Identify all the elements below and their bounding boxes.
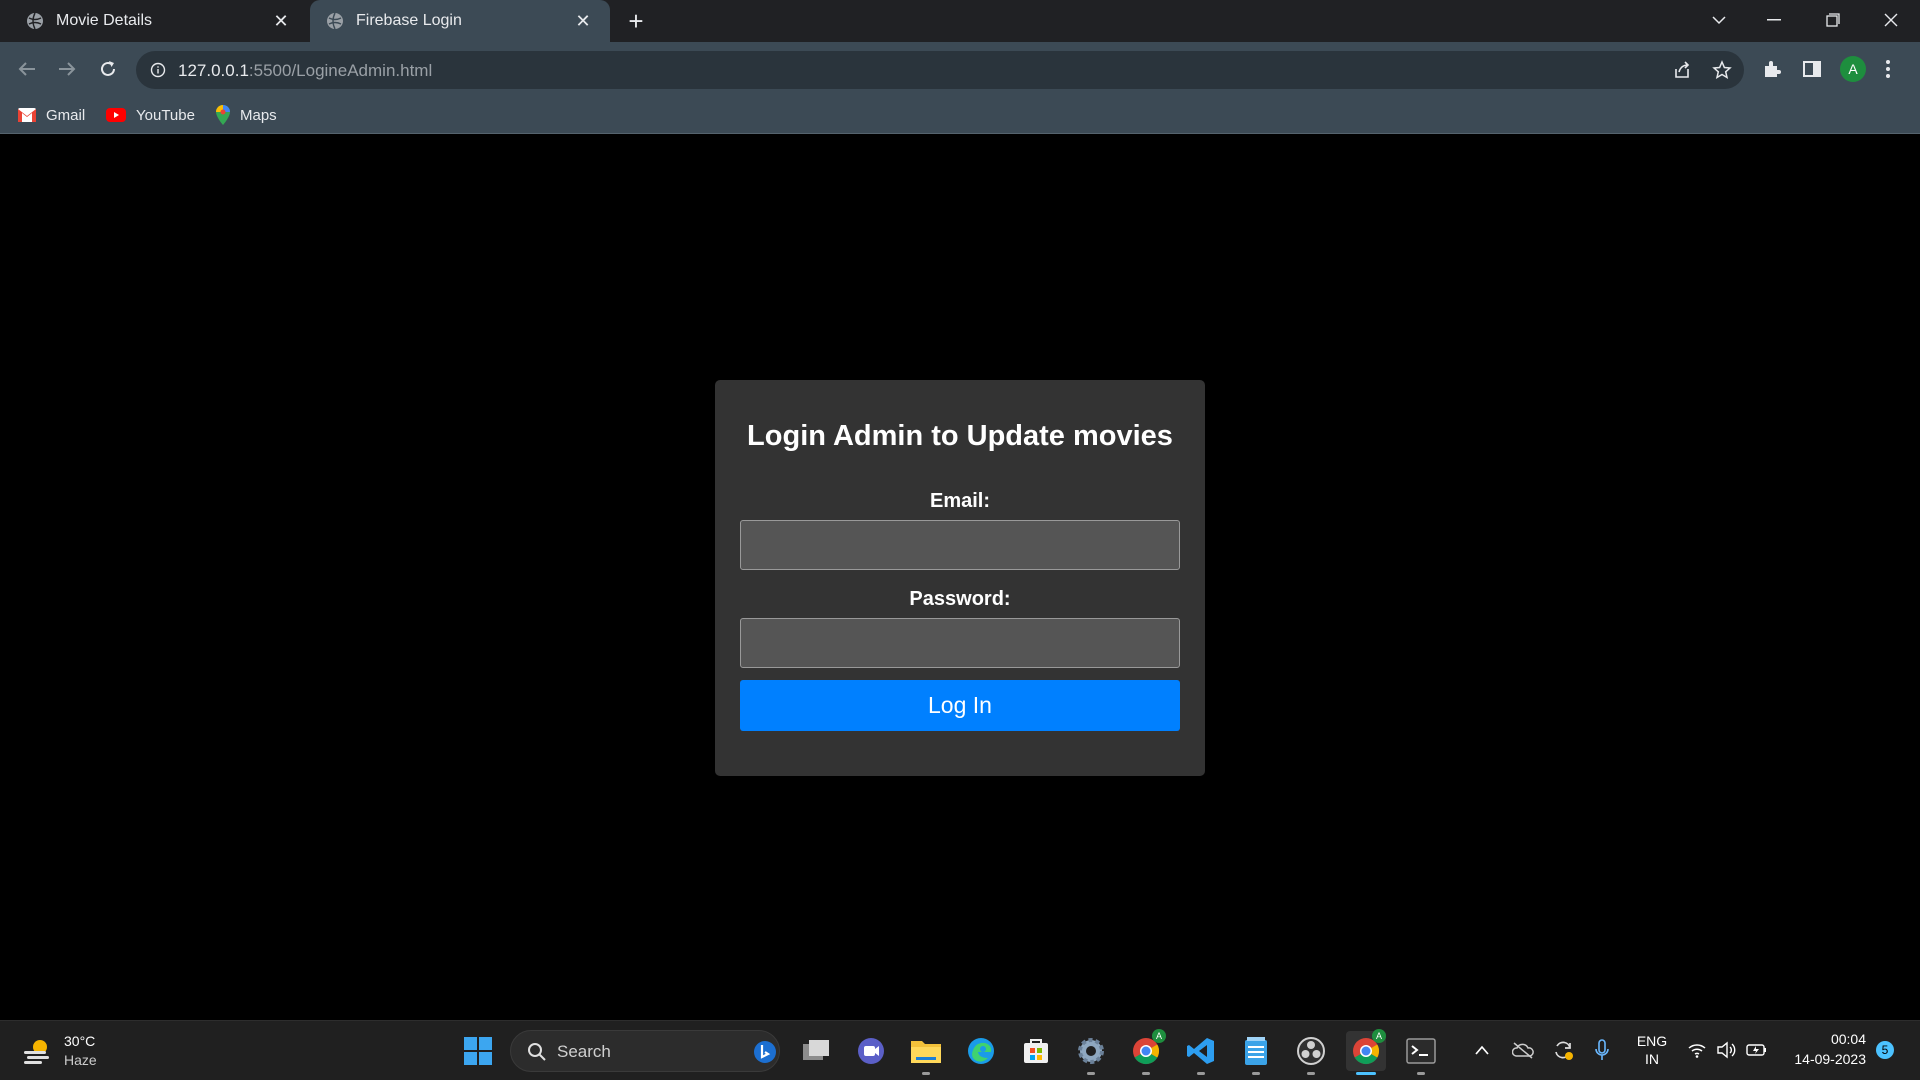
page-title: Login Admin to Update movies <box>747 420 1173 452</box>
gear-icon <box>1078 1038 1104 1064</box>
running-indicator <box>1417 1072 1425 1075</box>
bing-icon[interactable] <box>753 1040 777 1064</box>
language-indicator[interactable]: ENG IN <box>1628 1033 1676 1067</box>
sync-icon[interactable] <box>1552 1039 1574 1061</box>
url-text: 127.0.0.1:5500/LogineAdmin.html <box>178 61 433 80</box>
gmail-icon <box>18 108 36 122</box>
reload-button[interactable] <box>93 54 123 84</box>
edge-icon <box>968 1038 994 1064</box>
weather-haze-icon <box>24 1040 49 1064</box>
restore-button[interactable] <box>1804 0 1862 40</box>
new-tab-button[interactable]: + <box>622 8 650 36</box>
chevron-up-icon[interactable] <box>1474 1044 1490 1056</box>
globe-icon <box>327 12 343 30</box>
taskbar-chrome-profile[interactable]: A <box>1126 1029 1166 1075</box>
email-field[interactable] <box>740 520 1180 570</box>
onedrive-off-icon[interactable] <box>1512 1041 1534 1059</box>
maps-icon <box>216 105 230 125</box>
terminal-icon <box>1406 1038 1436 1064</box>
tab-movie-details[interactable]: Movie Details ✕ <box>0 0 308 42</box>
taskbar-store[interactable] <box>1016 1031 1056 1071</box>
tab-title: Movie Details <box>56 12 153 29</box>
taskbar-obs[interactable] <box>1291 1031 1331 1075</box>
tab-title: Firebase Login <box>356 12 462 29</box>
page-content: Login Admin to Update movies Email: Pass… <box>0 135 1920 1020</box>
password-label: Password: <box>909 588 1011 610</box>
info-icon[interactable] <box>150 62 166 78</box>
task-view-icon <box>803 1040 829 1060</box>
tab-strip: Movie Details ✕ Firebase Login ✕ + <box>0 0 1920 42</box>
bookmark-star-icon[interactable] <box>1712 60 1732 80</box>
running-indicator <box>1307 1072 1315 1075</box>
volume-icon[interactable] <box>1716 1041 1736 1059</box>
running-indicator <box>922 1072 930 1075</box>
login-button[interactable]: Log In <box>740 680 1180 731</box>
notepad-icon <box>1245 1037 1267 1065</box>
bookmarks-bar: Gmail YouTube Maps <box>0 96 1920 134</box>
running-indicator <box>1197 1072 1205 1075</box>
forward-button[interactable] <box>52 54 82 84</box>
search-icon <box>528 1043 546 1061</box>
taskbar-notepad[interactable] <box>1236 1031 1276 1075</box>
bookmark-youtube[interactable]: YouTube <box>106 104 195 126</box>
password-field[interactable] <box>740 618 1180 668</box>
login-card: Login Admin to Update movies Email: Pass… <box>715 380 1205 776</box>
profile-badge: A <box>1152 1029 1166 1043</box>
minimize-button[interactable] <box>1745 0 1803 40</box>
email-label: Email: <box>929 490 991 512</box>
close-tab-icon[interactable]: ✕ <box>574 11 592 31</box>
close-window-button[interactable] <box>1862 0 1920 40</box>
close-tab-icon[interactable]: ✕ <box>272 11 290 31</box>
wifi-icon[interactable] <box>1688 1042 1706 1058</box>
taskbar-chrome-active[interactable]: A <box>1346 1029 1386 1075</box>
profile-avatar[interactable]: A <box>1840 56 1866 82</box>
start-button[interactable] <box>458 1031 498 1071</box>
browser-toolbar: 127.0.0.1:5500/LogineAdmin.html A <box>0 42 1920 96</box>
task-view-button[interactable] <box>796 1031 836 1071</box>
weather-temp: 30°C <box>64 1033 96 1049</box>
store-icon <box>1024 1039 1048 1063</box>
globe-icon <box>27 12 43 30</box>
teams-chat-icon <box>858 1038 884 1064</box>
bookmark-maps[interactable]: Maps <box>216 104 277 126</box>
running-indicator <box>1356 1072 1376 1075</box>
weather-desc: Haze <box>64 1052 97 1068</box>
youtube-icon <box>106 108 126 122</box>
tab-firebase-login[interactable]: Firebase Login ✕ <box>310 0 610 42</box>
share-icon[interactable] <box>1672 60 1692 80</box>
windows-logo-icon <box>464 1037 492 1065</box>
extensions-icon[interactable] <box>1762 59 1782 79</box>
bookmark-gmail[interactable]: Gmail <box>18 104 85 126</box>
menu-kebab-icon[interactable] <box>1885 59 1891 79</box>
battery-charging-icon[interactable] <box>1746 1042 1768 1058</box>
obs-icon <box>1297 1037 1325 1065</box>
running-indicator <box>1142 1072 1150 1075</box>
profile-badge: A <box>1372 1029 1386 1043</box>
microphone-icon[interactable] <box>1594 1039 1610 1063</box>
clock[interactable]: 00:04 14-09-2023 <box>1782 1031 1872 1067</box>
running-indicator <box>1087 1072 1095 1075</box>
side-panel-icon[interactable] <box>1802 59 1822 79</box>
address-bar[interactable]: 127.0.0.1:5500/LogineAdmin.html <box>136 51 1744 89</box>
taskbar-teams[interactable] <box>851 1031 891 1071</box>
taskbar: 30°C Haze Search A A ENG IN 00:04 14-09-… <box>0 1020 1920 1080</box>
taskbar-settings[interactable] <box>1071 1031 1111 1075</box>
clock-time: 00:04 <box>1830 1031 1866 1047</box>
taskbar-edge[interactable] <box>961 1031 1001 1071</box>
tab-search-chevron-icon[interactable] <box>1690 0 1748 40</box>
back-button[interactable] <box>12 54 42 84</box>
taskbar-search[interactable]: Search <box>510 1030 780 1072</box>
clock-date: 14-09-2023 <box>1794 1051 1866 1067</box>
taskbar-vscode[interactable] <box>1181 1031 1221 1075</box>
folder-icon <box>911 1041 941 1063</box>
vscode-icon <box>1187 1038 1214 1064</box>
running-indicator <box>1252 1072 1260 1075</box>
weather-widget[interactable]: 30°C Haze <box>20 1031 130 1071</box>
taskbar-terminal[interactable] <box>1401 1031 1441 1075</box>
taskbar-file-explorer[interactable] <box>906 1031 946 1075</box>
notification-badge[interactable]: 5 <box>1876 1041 1894 1059</box>
